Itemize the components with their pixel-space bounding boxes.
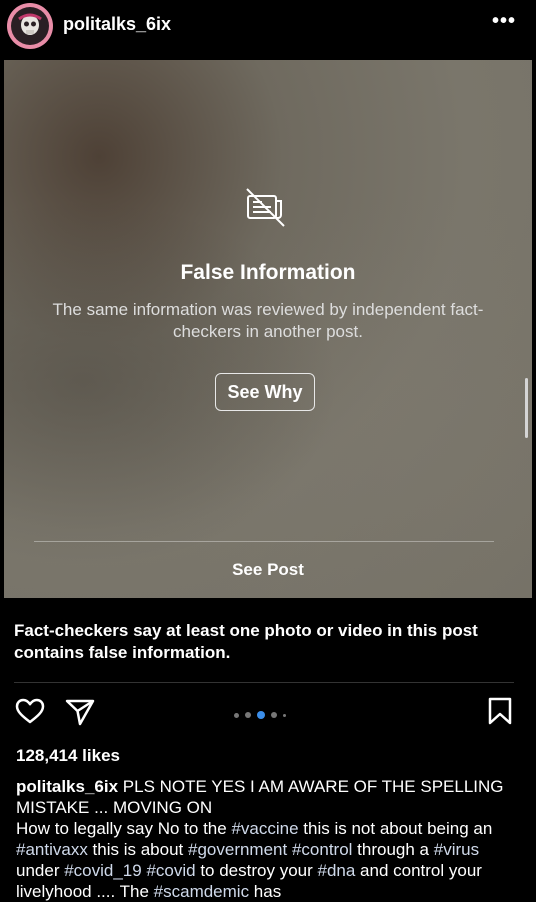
hashtag-link[interactable]: #antivaxx bbox=[16, 840, 88, 859]
hashtag-link[interactable]: #control bbox=[292, 840, 352, 859]
caption-text: to destroy your bbox=[195, 861, 318, 880]
heart-icon[interactable] bbox=[14, 695, 46, 732]
divider bbox=[34, 541, 494, 542]
carousel-dot bbox=[234, 712, 239, 718]
avatar-image bbox=[11, 7, 49, 45]
caption-text: How to legally say No to the bbox=[16, 819, 232, 838]
fact-check-notice[interactable]: Fact-checkers say at least one photo or … bbox=[14, 620, 524, 664]
post-header: politalks_6ix ••• bbox=[0, 0, 536, 60]
carousel-dot bbox=[245, 712, 251, 718]
caption-text: through a bbox=[352, 840, 434, 859]
hashtag-link[interactable]: #vaccine bbox=[231, 819, 298, 838]
carousel-dot bbox=[283, 713, 286, 717]
false-information-title: False Information bbox=[180, 261, 356, 284]
post-username[interactable]: politalks_6ix bbox=[63, 14, 171, 35]
hashtag-link[interactable]: #dna bbox=[317, 861, 355, 880]
caption-text: this is not about being an bbox=[298, 819, 493, 838]
carousel-dot-active bbox=[257, 711, 265, 719]
hashtag-link[interactable]: #government bbox=[188, 840, 287, 859]
false-information-description: The same information was reviewed by ind… bbox=[52, 300, 484, 341]
caption-username[interactable]: politalks_6ix bbox=[16, 777, 118, 796]
carousel-indicator bbox=[234, 711, 286, 719]
crossed-out-newspaper-icon bbox=[242, 184, 288, 230]
post-actions bbox=[0, 695, 536, 735]
likes-count[interactable]: 128,414 likes bbox=[16, 746, 120, 766]
see-why-button[interactable]: See Why bbox=[215, 373, 315, 411]
carousel-dot bbox=[271, 712, 277, 718]
hashtag-link[interactable]: #scamdemic bbox=[154, 882, 249, 901]
see-post-button[interactable]: See Post bbox=[4, 560, 532, 580]
bookmark-icon[interactable] bbox=[486, 695, 514, 732]
avatar[interactable] bbox=[7, 3, 53, 49]
post-caption: politalks_6ix PLS NOTE YES I AM AWARE OF… bbox=[16, 776, 522, 902]
caption-text: has bbox=[249, 882, 282, 901]
caption-text: under bbox=[16, 861, 65, 880]
caption-text: this is about bbox=[87, 840, 188, 859]
paper-plane-icon[interactable] bbox=[64, 695, 96, 732]
hashtag-link[interactable]: #covid bbox=[146, 861, 195, 880]
scroll-indicator bbox=[525, 378, 528, 438]
post-media-false-info-overlay: False Information The same information w… bbox=[4, 60, 532, 598]
divider bbox=[14, 682, 514, 683]
hashtag-link[interactable]: #covid_19 bbox=[64, 861, 142, 880]
more-options-icon[interactable]: ••• bbox=[492, 10, 516, 33]
hashtag-link[interactable]: #virus bbox=[434, 840, 479, 859]
